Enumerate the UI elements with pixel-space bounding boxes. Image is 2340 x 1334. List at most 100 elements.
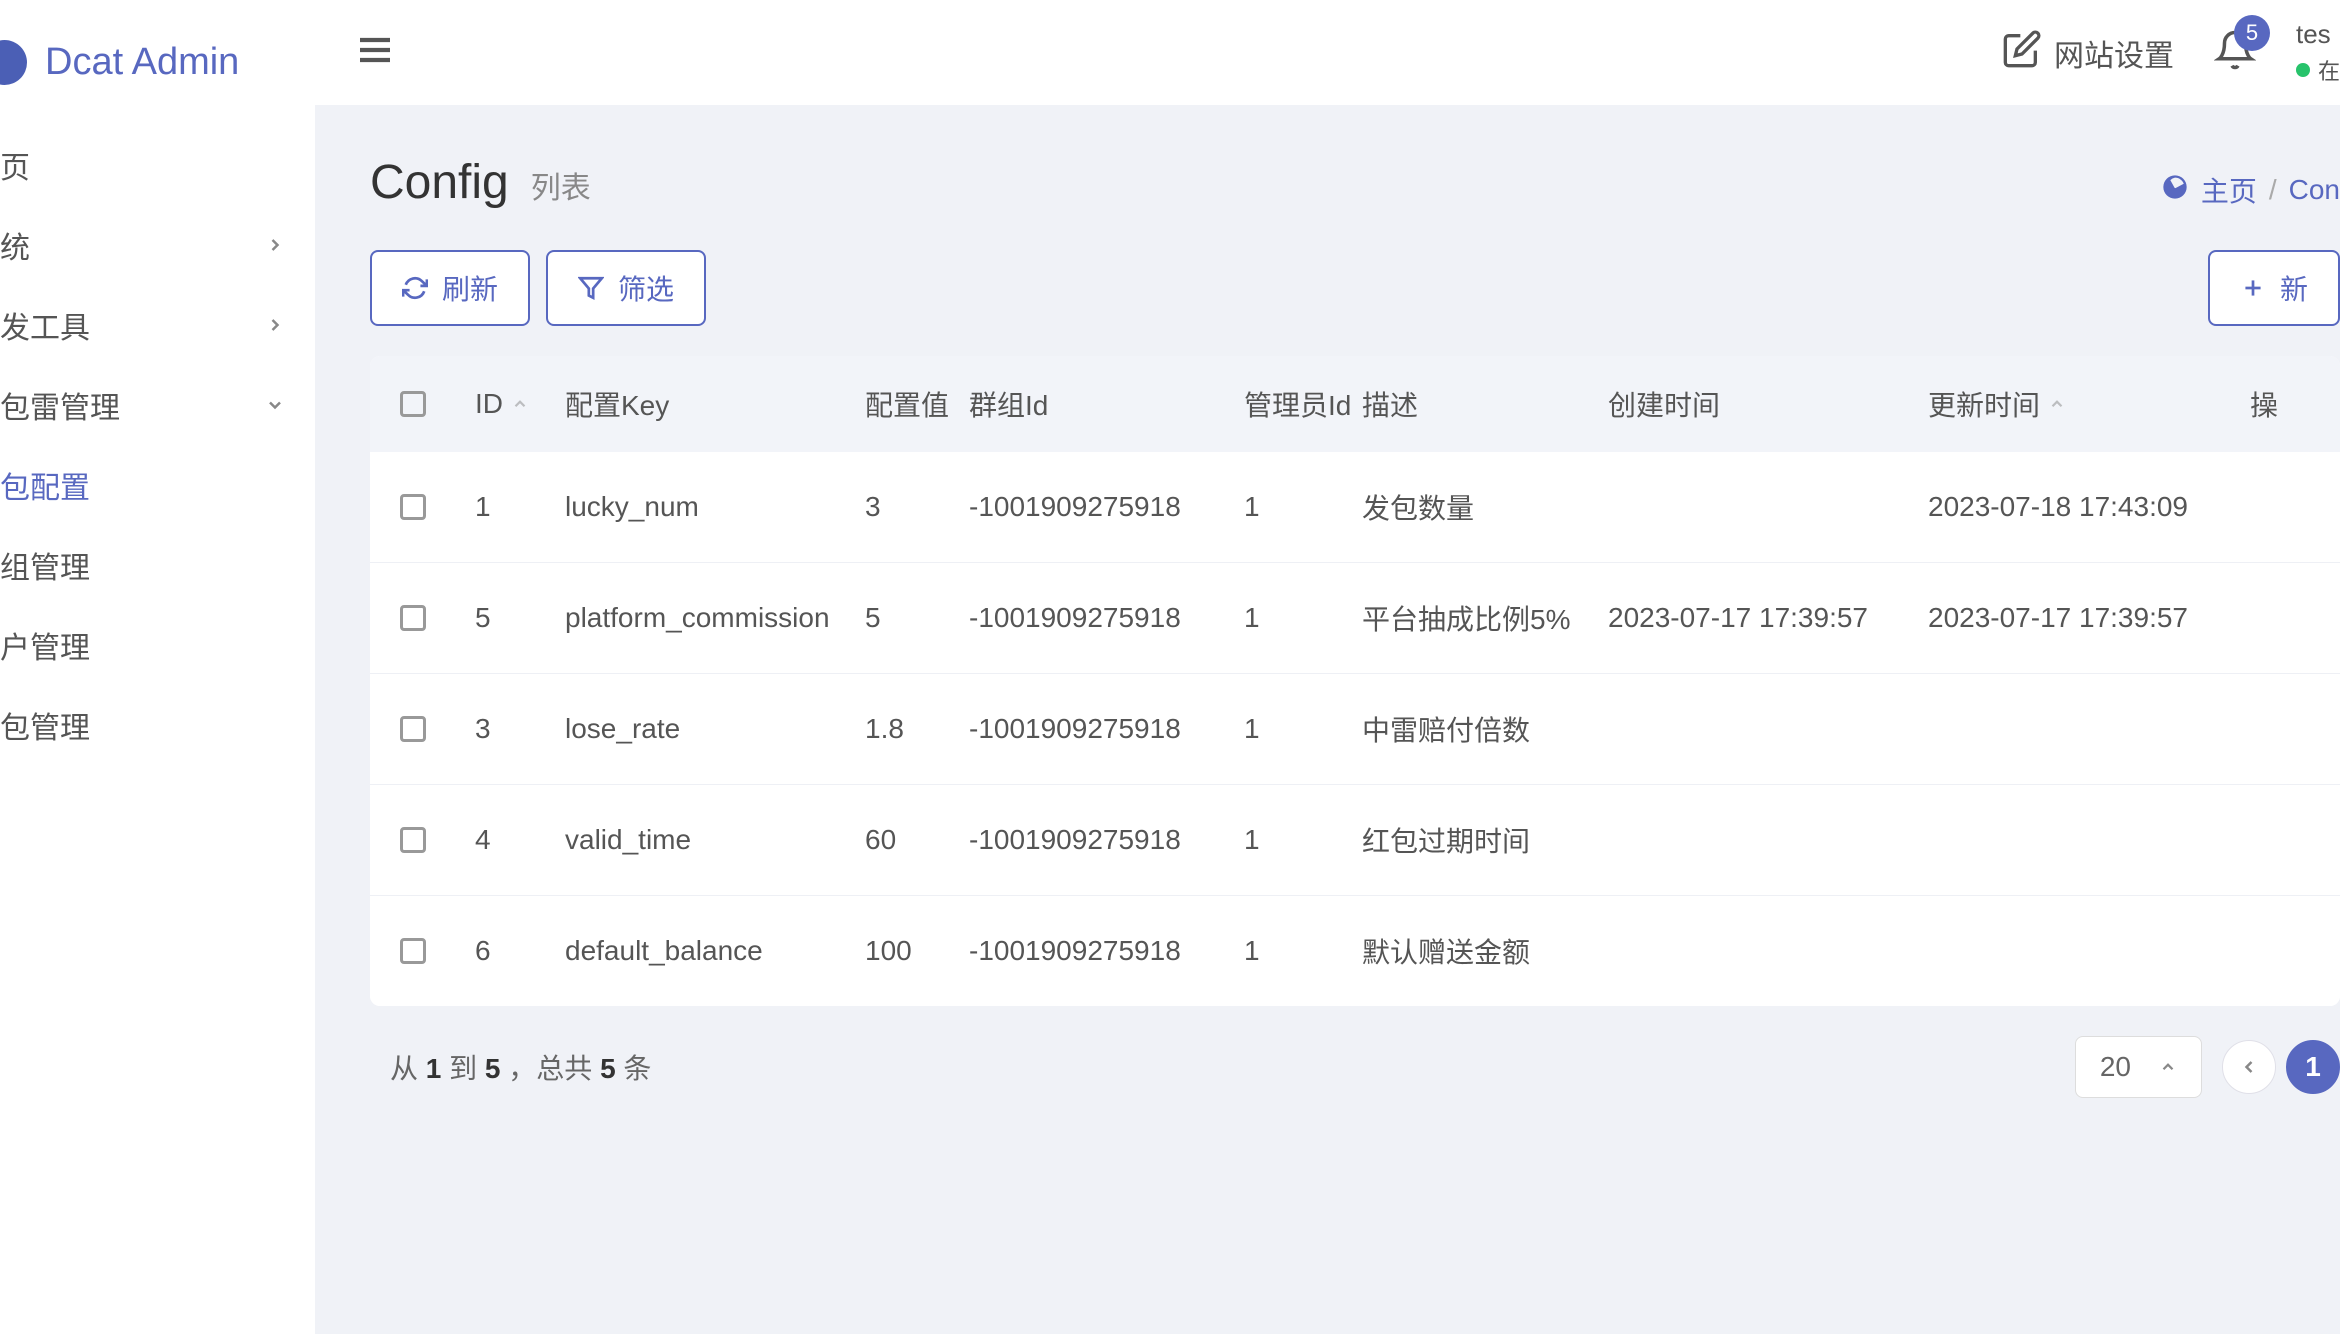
cell-id: 4 xyxy=(475,824,565,856)
menu-toggle-button[interactable] xyxy=(355,30,395,75)
pager-page-button[interactable]: 1 xyxy=(2286,1040,2340,1094)
table-row: 3 lose_rate 1.8 -1001909275918 1 中雷赔付倍数 xyxy=(370,674,2340,785)
dashboard-icon xyxy=(2161,173,2189,208)
breadcrumb-separator: / xyxy=(2269,174,2277,206)
cell-group: -1001909275918 xyxy=(969,824,1244,856)
filter-icon xyxy=(578,275,604,301)
pagination-bar: 从 1 到 5 ，总共 5 条 20 1 xyxy=(370,1006,2340,1098)
row-checkbox[interactable] xyxy=(400,605,426,631)
sort-asc-icon xyxy=(511,388,529,420)
filter-button[interactable]: 筛选 xyxy=(546,250,706,326)
col-created-header[interactable]: 创建时间 xyxy=(1608,384,1928,424)
row-checkbox[interactable] xyxy=(400,494,426,520)
refresh-button[interactable]: 刷新 xyxy=(370,250,530,326)
pager-page-label: 1 xyxy=(2305,1051,2321,1083)
content-area: Config 列表 主页 / Con xyxy=(315,105,2340,1334)
table-header: ID 配置Key 配置值 群组Id 管理员Id 描述 创建时间 更新时间 xyxy=(370,356,2340,452)
sidebar-item-user[interactable]: 户管理 xyxy=(0,605,315,685)
new-button[interactable]: 新 xyxy=(2208,250,2340,326)
cell-key: platform_commission xyxy=(565,602,865,634)
cell-admin: 1 xyxy=(1244,602,1362,634)
chevron-left-icon xyxy=(2239,1057,2259,1077)
sidebar-item-label: 统 xyxy=(0,223,30,267)
col-desc-header[interactable]: 描述 xyxy=(1362,384,1608,424)
cell-admin: 1 xyxy=(1244,713,1362,745)
brand-area[interactable]: Dcat Admin xyxy=(0,20,315,125)
breadcrumb-current: Con xyxy=(2289,174,2340,206)
cell-group: -1001909275918 xyxy=(969,713,1244,745)
row-checkbox[interactable] xyxy=(400,938,426,964)
col-id-header[interactable]: ID xyxy=(475,388,503,420)
cell-id: 3 xyxy=(475,713,565,745)
sidebar: Dcat Admin 页 统 发工具 包雷管理 xyxy=(0,0,315,1334)
cell-id: 6 xyxy=(475,935,565,967)
refresh-icon xyxy=(402,275,428,301)
topbar: 网站设置 5 tes 在 xyxy=(315,0,2340,105)
page-size-value: 20 xyxy=(2100,1051,2131,1083)
cell-value: 60 xyxy=(865,824,969,856)
cell-created: 2023-07-17 17:39:57 xyxy=(1608,602,1928,634)
cell-key: default_balance xyxy=(565,935,865,967)
refresh-label: 刷新 xyxy=(442,268,498,308)
cell-value: 1.8 xyxy=(865,713,969,745)
sidebar-item-config[interactable]: 包配置 xyxy=(0,445,315,525)
sidebar-item-bomb-mgmt[interactable]: 包雷管理 xyxy=(0,365,315,445)
sidebar-item-label: 包管理 xyxy=(0,703,90,747)
col-key-header[interactable]: 配置Key xyxy=(565,384,865,424)
col-updated-header[interactable]: 更新时间 xyxy=(1928,384,2040,424)
cell-admin: 1 xyxy=(1244,824,1362,856)
sidebar-item-label: 包雷管理 xyxy=(0,383,120,427)
col-group-header[interactable]: 群组Id xyxy=(969,384,1244,424)
sidebar-item-system[interactable]: 统 xyxy=(0,205,315,285)
sidebar-item-home[interactable]: 页 xyxy=(0,125,315,205)
table-row: 5 platform_commission 5 -1001909275918 1… xyxy=(370,563,2340,674)
notification-badge: 5 xyxy=(2234,15,2270,51)
col-ops-header: 操 xyxy=(2250,384,2310,424)
breadcrumb-home[interactable]: 主页 xyxy=(2201,170,2257,210)
cell-value: 3 xyxy=(865,491,969,523)
user-name-label: tes xyxy=(2296,19,2331,50)
cell-key: lose_rate xyxy=(565,713,865,745)
cell-admin: 1 xyxy=(1244,491,1362,523)
cell-group: -1001909275918 xyxy=(969,602,1244,634)
cell-key: valid_time xyxy=(565,824,865,856)
pagination-info: 从 1 到 5 ，总共 5 条 xyxy=(390,1047,651,1087)
sidebar-item-devtools[interactable]: 发工具 xyxy=(0,285,315,365)
cell-desc: 红包过期时间 xyxy=(1362,820,1608,860)
user-menu[interactable]: tes 在 xyxy=(2296,19,2340,86)
table-row: 4 valid_time 60 -1001909275918 1 红包过期时间 xyxy=(370,785,2340,896)
plus-icon xyxy=(2240,275,2266,301)
cell-desc: 平台抽成比例5% xyxy=(1362,598,1608,638)
pager-prev-button[interactable] xyxy=(2222,1040,2276,1094)
chevron-up-icon xyxy=(2159,1051,2177,1083)
table-row: 1 lucky_num 3 -1001909275918 1 发包数量 2023… xyxy=(370,452,2340,563)
col-admin-header[interactable]: 管理员Id xyxy=(1244,384,1362,424)
sidebar-menu: 页 统 发工具 包雷管理 包配置 xyxy=(0,125,315,765)
row-checkbox[interactable] xyxy=(400,827,426,853)
site-settings-label: 网站设置 xyxy=(2054,31,2174,75)
chevron-right-icon xyxy=(265,315,285,335)
site-settings-button[interactable]: 网站设置 xyxy=(2002,29,2174,77)
notifications-button[interactable]: 5 xyxy=(2214,29,2256,76)
user-status-label: 在 xyxy=(2318,54,2340,86)
select-all-checkbox[interactable] xyxy=(400,391,426,417)
sidebar-item-group[interactable]: 组管理 xyxy=(0,525,315,605)
cell-updated: 2023-07-18 17:43:09 xyxy=(1928,491,2250,523)
sidebar-item-redpacket[interactable]: 包管理 xyxy=(0,685,315,765)
sidebar-item-label: 页 xyxy=(0,143,30,187)
brand-name: Dcat Admin xyxy=(45,41,239,84)
col-value-header[interactable]: 配置值 xyxy=(865,384,969,424)
breadcrumb: 主页 / Con xyxy=(2161,170,2340,210)
cell-key: lucky_num xyxy=(565,491,865,523)
sidebar-item-label: 户管理 xyxy=(0,623,90,667)
config-table: ID 配置Key 配置值 群组Id 管理员Id 描述 创建时间 更新时间 xyxy=(370,356,2340,1006)
sidebar-item-label: 包配置 xyxy=(0,463,90,507)
cell-value: 5 xyxy=(865,602,969,634)
sidebar-item-label: 发工具 xyxy=(0,303,90,347)
row-checkbox[interactable] xyxy=(400,716,426,742)
chevron-down-icon xyxy=(265,395,285,415)
cell-id: 5 xyxy=(475,602,565,634)
chevron-right-icon xyxy=(265,235,285,255)
page-size-select[interactable]: 20 xyxy=(2075,1036,2202,1098)
cell-group: -1001909275918 xyxy=(969,935,1244,967)
